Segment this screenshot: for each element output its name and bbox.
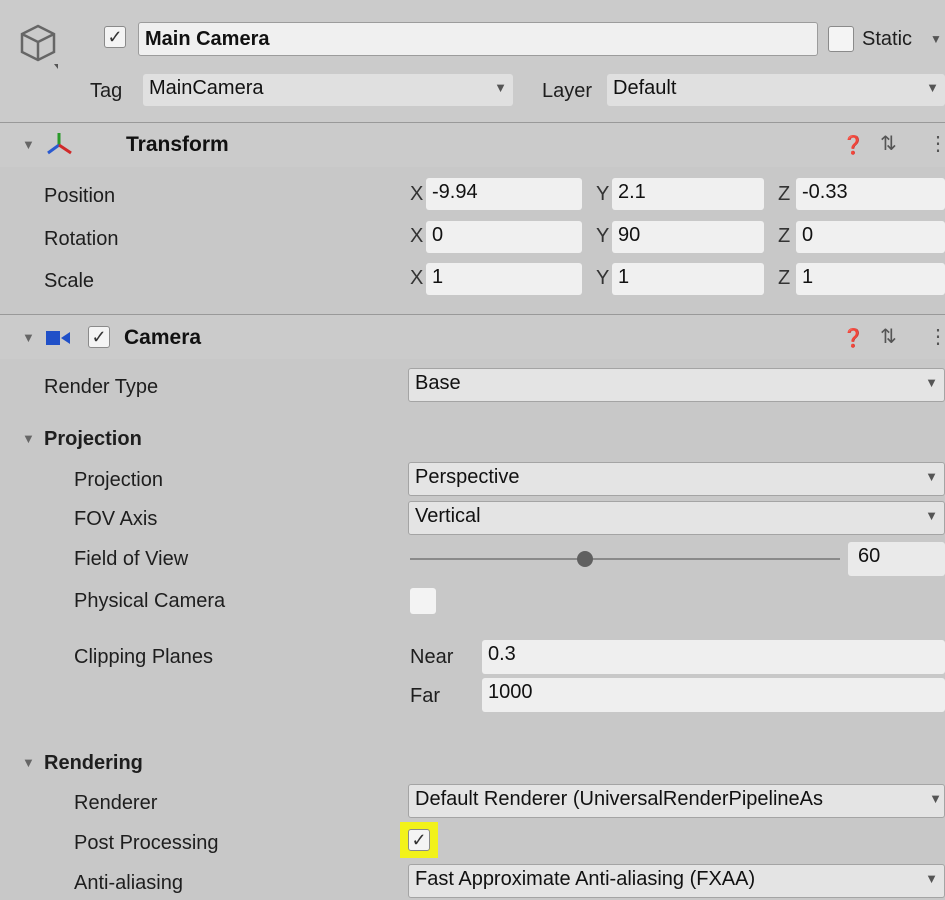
rotation-y-axis[interactable]: Y — [596, 222, 609, 250]
static-dropdown-icon[interactable]: ▼ — [930, 26, 942, 52]
projection-foldout-icon[interactable]: ▼ — [22, 426, 35, 452]
cube-icon[interactable] — [18, 22, 62, 69]
scale-x-field[interactable]: 1 — [426, 263, 582, 295]
rotation-x-axis[interactable]: X — [410, 222, 423, 250]
projection-dropdown[interactable]: Perspective ▼ — [408, 462, 945, 496]
rotation-z-field[interactable]: 0 — [796, 221, 945, 253]
scale-label: Scale — [44, 270, 95, 292]
render-type-value: Base — [415, 372, 461, 394]
scale-z-axis[interactable]: Z — [778, 264, 790, 292]
rendering-foldout-icon[interactable]: ▼ — [22, 750, 35, 776]
anti-aliasing-label: Anti-aliasing — [74, 872, 183, 894]
renderer-dropdown[interactable]: Default Renderer (UniversalRenderPipelin… — [408, 784, 945, 818]
fov-label: Field of View — [74, 548, 189, 570]
more-menu-icon[interactable]: ⋮ — [928, 324, 945, 350]
tag-value: MainCamera — [149, 77, 264, 99]
foldout-icon[interactable]: ▼ — [22, 132, 35, 158]
help-icon[interactable]: ❓ — [842, 325, 864, 351]
renderer-label: Renderer — [74, 792, 158, 814]
post-processing-checkbox[interactable]: ✓ — [408, 829, 430, 851]
physical-camera-checkbox[interactable] — [410, 588, 436, 614]
rotation-y-field[interactable]: 90 — [612, 221, 764, 253]
preset-icon[interactable]: ⇅ — [880, 131, 897, 157]
render-type-dropdown[interactable]: Base ▼ — [408, 368, 945, 402]
fov-slider-thumb[interactable] — [577, 551, 593, 567]
scale-z-field[interactable]: 1 — [796, 263, 945, 295]
chevron-down-icon: ▼ — [925, 469, 938, 484]
clipping-planes-label: Clipping Planes — [74, 646, 213, 668]
scale-y-axis[interactable]: Y — [596, 264, 609, 292]
physical-camera-label: Physical Camera — [74, 590, 226, 612]
chevron-down-icon: ▼ — [929, 791, 942, 806]
gameobject-header: ✓ Main Camera Static ▼ Tag MainCamera ▼ … — [0, 0, 945, 122]
transform-icon — [44, 131, 74, 164]
fov-slider-track — [410, 558, 840, 560]
rendering-section-title[interactable]: Rendering — [44, 750, 143, 776]
chevron-down-icon: ▼ — [925, 871, 938, 886]
fov-axis-value: Vertical — [415, 505, 481, 527]
rotation-z-axis[interactable]: Z — [778, 222, 790, 250]
foldout-icon[interactable]: ▼ — [22, 325, 35, 351]
camera-header[interactable]: ▼ ✓ Camera ❓ ⇅ ⋮ — [0, 314, 945, 359]
chevron-down-icon: ▼ — [925, 375, 938, 390]
camera-title: Camera — [124, 326, 202, 349]
position-y-axis[interactable]: Y — [596, 180, 609, 208]
active-checkbox[interactable]: ✓ — [104, 26, 126, 48]
position-y-field[interactable]: 2.1 — [612, 178, 764, 210]
more-menu-icon[interactable]: ⋮ — [928, 131, 945, 157]
renderer-value: Default Renderer (UniversalRenderPipelin… — [415, 788, 823, 810]
preset-icon[interactable]: ⇅ — [880, 324, 897, 350]
scale-x-axis[interactable]: X — [410, 264, 423, 292]
fov-axis-label: FOV Axis — [74, 508, 158, 530]
transform-header[interactable]: ▼ Transform ❓ ⇅ ⋮ — [0, 122, 945, 167]
anti-aliasing-dropdown[interactable]: Fast Approximate Anti-aliasing (FXAA) ▼ — [408, 864, 945, 898]
rotation-label: Rotation — [44, 228, 119, 250]
tag-dropdown[interactable]: MainCamera ▼ — [143, 74, 513, 106]
fov-value-field[interactable]: 60 — [848, 542, 945, 576]
projection-label: Projection — [74, 469, 163, 491]
layer-label: Layer — [542, 80, 593, 102]
anti-aliasing-value: Fast Approximate Anti-aliasing (FXAA) — [415, 868, 756, 890]
near-label: Near — [410, 646, 454, 668]
gameobject-name-field[interactable]: Main Camera — [138, 22, 818, 56]
post-processing-label: Post Processing — [74, 832, 219, 854]
fov-slider[interactable] — [410, 546, 840, 572]
render-type-label: Render Type — [44, 376, 159, 398]
position-z-field[interactable]: -0.33 — [796, 178, 945, 210]
transform-title: Transform — [126, 133, 229, 156]
layer-value: Default — [613, 77, 677, 99]
scale-y-field[interactable]: 1 — [612, 263, 764, 295]
far-label: Far — [410, 685, 440, 707]
static-label[interactable]: Static — [862, 26, 912, 52]
camera-enabled-checkbox[interactable]: ✓ — [88, 326, 110, 348]
inspector-panel: ✓ Main Camera Static ▼ Tag MainCamera ▼ … — [0, 0, 945, 900]
fov-axis-dropdown[interactable]: Vertical ▼ — [408, 501, 945, 535]
near-field[interactable]: 0.3 — [482, 640, 945, 674]
position-label: Position — [44, 185, 116, 207]
projection-section-title[interactable]: Projection — [44, 426, 142, 452]
position-x-axis[interactable]: X — [410, 180, 423, 208]
chevron-down-icon: ▼ — [926, 80, 939, 95]
tag-label: Tag — [90, 80, 123, 102]
camera-icon — [46, 330, 74, 351]
position-z-axis[interactable]: Z — [778, 180, 790, 208]
far-field[interactable]: 1000 — [482, 678, 945, 712]
chevron-down-icon: ▼ — [925, 508, 938, 523]
layer-dropdown[interactable]: Default ▼ — [607, 74, 945, 106]
projection-value: Perspective — [415, 466, 520, 488]
chevron-down-icon: ▼ — [494, 80, 507, 95]
help-icon[interactable]: ❓ — [842, 132, 864, 158]
position-x-field[interactable]: -9.94 — [426, 178, 582, 210]
static-checkbox[interactable] — [828, 26, 854, 52]
rotation-x-field[interactable]: 0 — [426, 221, 582, 253]
